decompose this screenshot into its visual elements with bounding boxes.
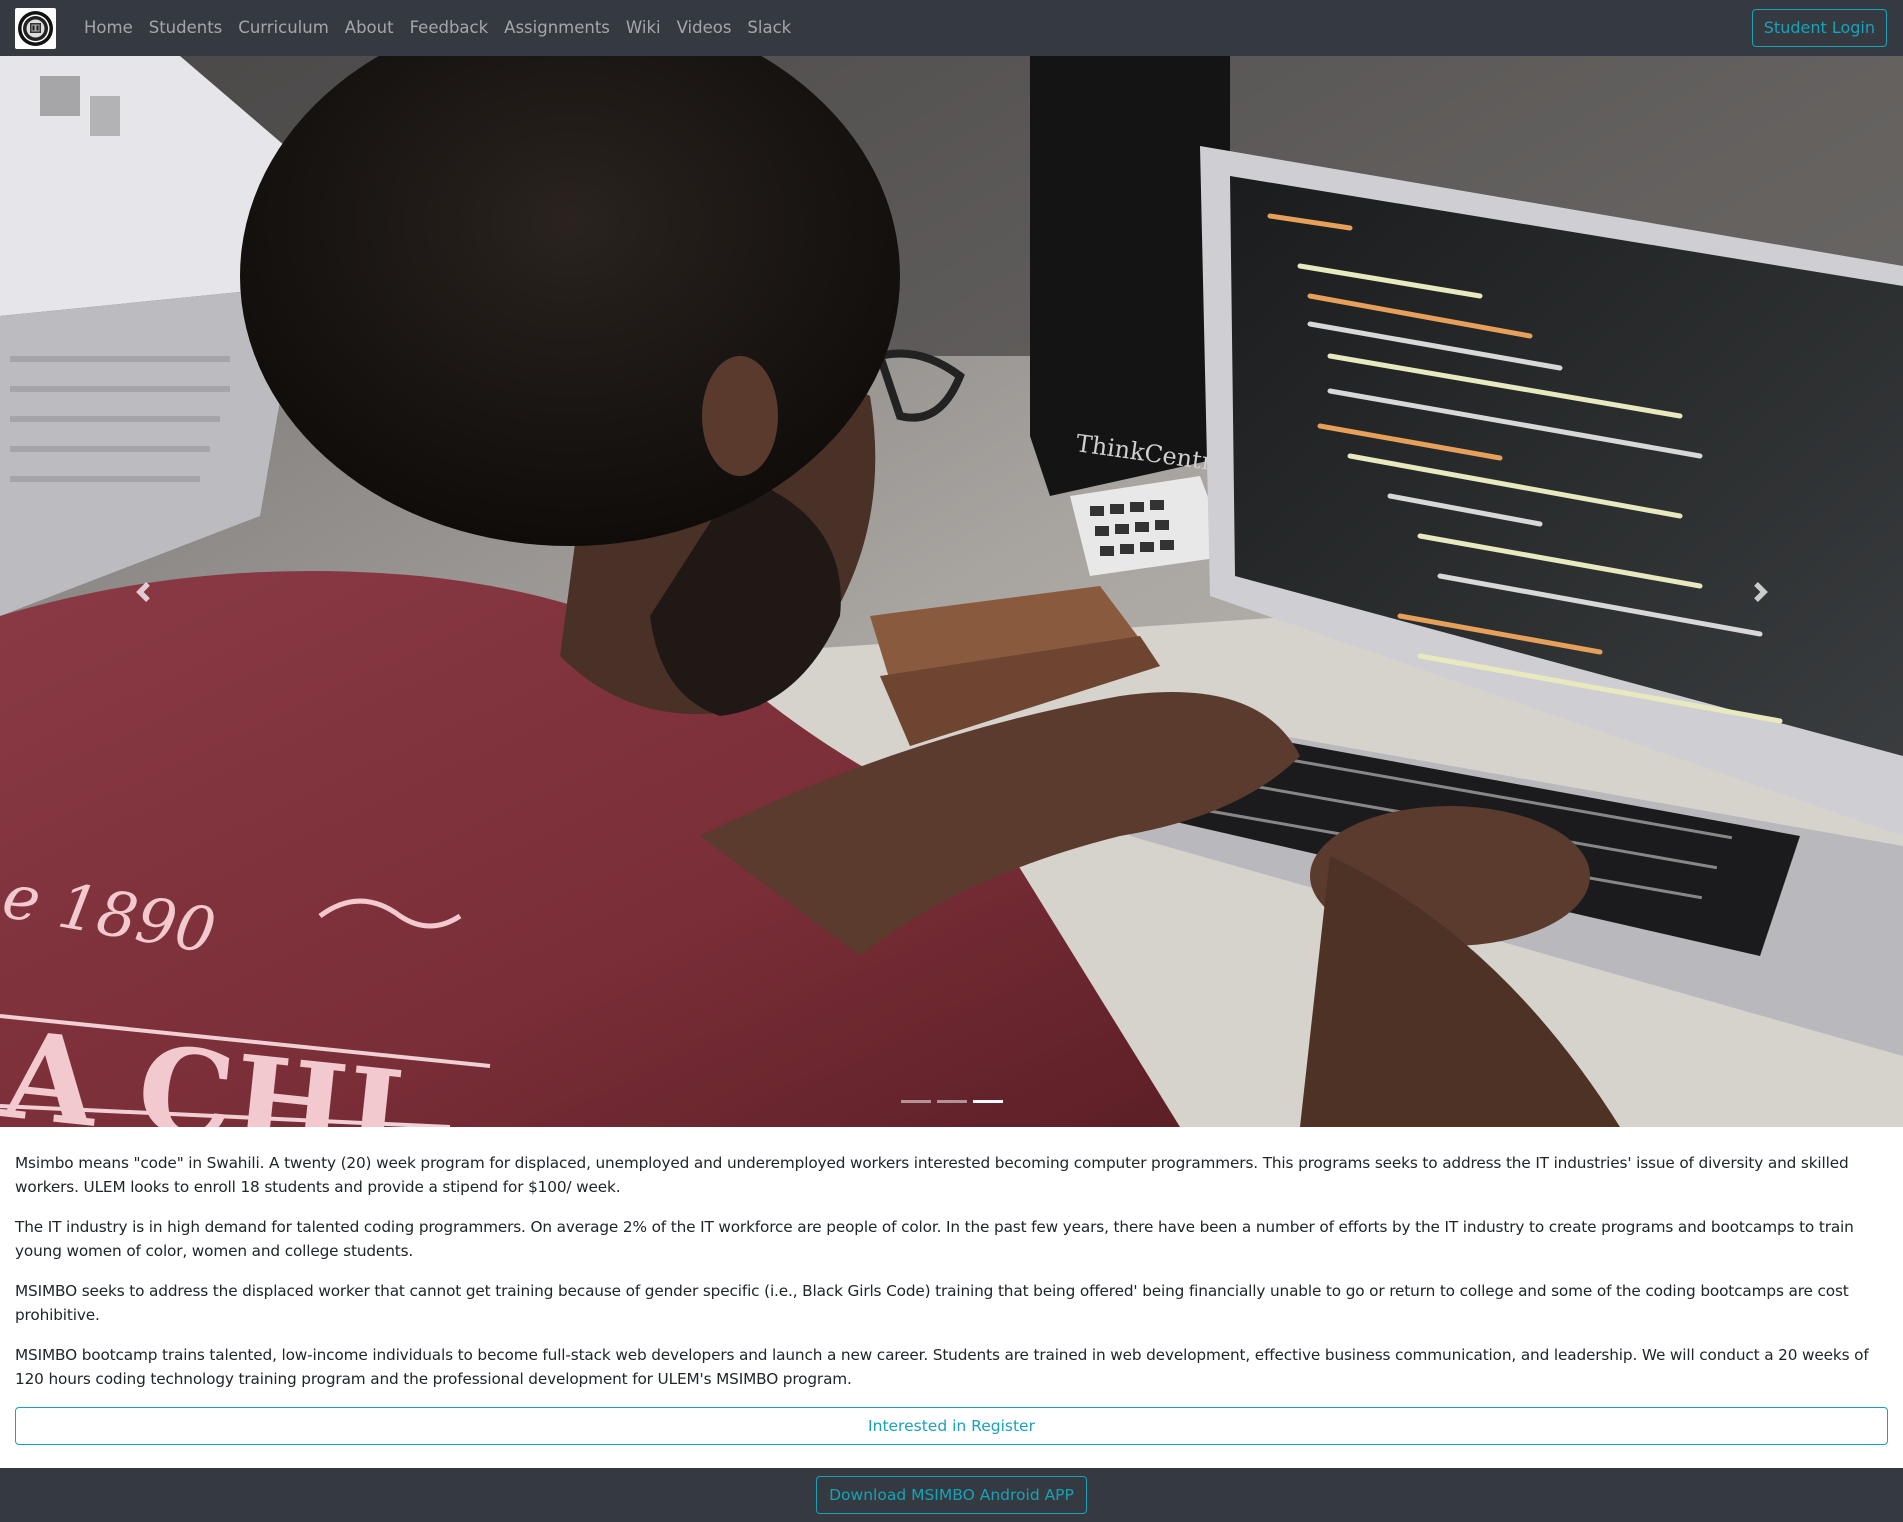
student-login-button[interactable]: Student Login bbox=[1751, 9, 1887, 47]
description-paragraph-4: MSIMBO bootcamp trains talented, low-inc… bbox=[15, 1346, 1869, 1388]
nav-link-home[interactable]: Home bbox=[76, 0, 141, 56]
nav-link-wiki[interactable]: Wiki bbox=[618, 0, 669, 56]
nav-link-assignments[interactable]: Assignments bbox=[496, 0, 618, 56]
download-android-app-button[interactable]: Download MSIMBO Android APP bbox=[816, 1476, 1087, 1514]
description-paragraph-1: Msimbo means "code" in Swahili. A twenty… bbox=[15, 1154, 1849, 1196]
nav-link-videos[interactable]: Videos bbox=[669, 0, 740, 56]
program-description: Msimbo means "code" in Swahili. A twenty… bbox=[15, 1151, 1888, 1445]
carousel-indicators bbox=[0, 1100, 1903, 1103]
navbar: Home Students Curriculum About Feedback … bbox=[0, 0, 1903, 56]
description-paragraph-2: The IT industry is in high demand for ta… bbox=[15, 1218, 1854, 1260]
brand-logo[interactable] bbox=[15, 8, 56, 49]
carousel-indicator-2[interactable] bbox=[936, 1100, 967, 1103]
nav-link-curriculum[interactable]: Curriculum bbox=[230, 0, 336, 56]
register-interest-button[interactable]: Interested in Register bbox=[15, 1407, 1888, 1445]
footer: Download MSIMBO Android APP bbox=[0, 1468, 1903, 1522]
chevron-right-icon bbox=[1753, 581, 1768, 602]
carousel-prev-button[interactable] bbox=[0, 56, 285, 1127]
carousel-indicator-3[interactable] bbox=[972, 1100, 1003, 1103]
carousel-next-button[interactable] bbox=[1618, 56, 1903, 1127]
carousel-indicator-1[interactable] bbox=[900, 1100, 931, 1103]
nav-link-about[interactable]: About bbox=[337, 0, 402, 56]
nav-link-feedback[interactable]: Feedback bbox=[402, 0, 497, 56]
hero-carousel: ThinkCentre e 1890 A CHI bbox=[0, 56, 1903, 1127]
nav-link-slack[interactable]: Slack bbox=[739, 0, 799, 56]
description-paragraph-3: MSIMBO seeks to address the displaced wo… bbox=[15, 1282, 1849, 1324]
nav-link-students[interactable]: Students bbox=[141, 0, 231, 56]
msimbo-logo-icon bbox=[18, 11, 53, 46]
chevron-left-icon bbox=[135, 581, 150, 602]
nav-links: Home Students Curriculum About Feedback … bbox=[76, 0, 799, 56]
